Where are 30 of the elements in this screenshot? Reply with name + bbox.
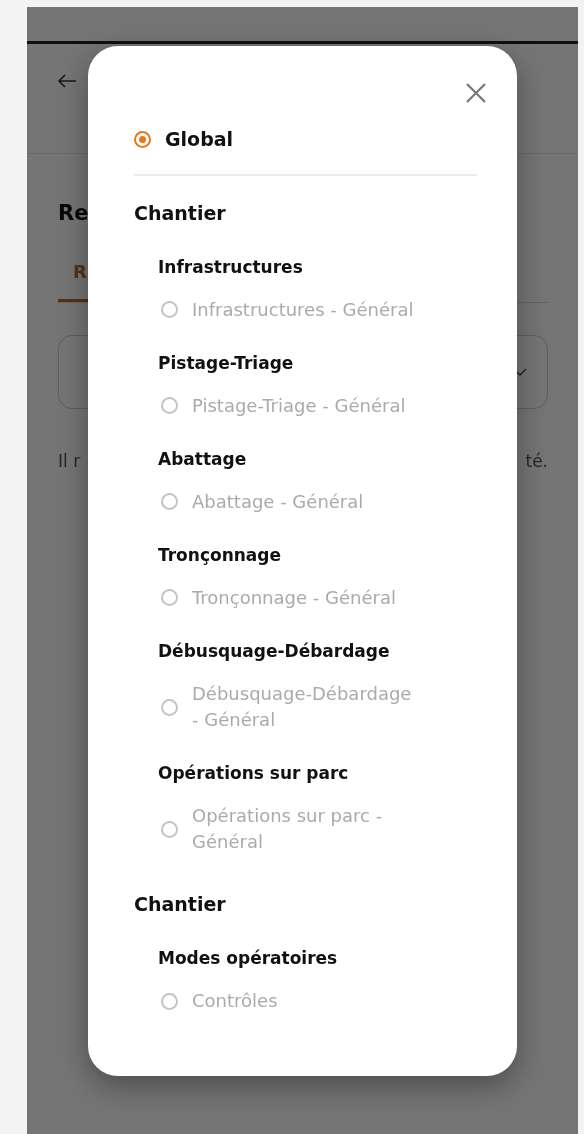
group-title: Abattage	[158, 447, 248, 471]
section-title: Chantier	[134, 200, 227, 226]
option-label[interactable]: Opérations sur parc - Général	[192, 803, 419, 856]
group-title: Pistage-Triage	[158, 351, 295, 375]
group-title: Infrastructures	[158, 255, 304, 279]
group-title: Opérations sur parc	[158, 762, 350, 786]
close-icon	[465, 82, 487, 104]
group-title: Modes opératoires	[158, 947, 339, 971]
radio-button[interactable]	[161, 820, 178, 838]
radio-button[interactable]	[161, 992, 178, 1010]
option-label[interactable]: Contrôles	[192, 988, 278, 1015]
group-title: Débusquage-Débardage	[158, 639, 391, 663]
back-arrow-icon[interactable]	[57, 73, 77, 88]
option-label[interactable]: Infrastructures - Général	[192, 296, 414, 323]
option-label[interactable]: Abattage - Général	[192, 488, 364, 515]
section-title: Chantier	[134, 892, 227, 918]
option-label[interactable]: Tronçonnage - Général	[192, 584, 396, 611]
option-label[interactable]: Débusquage-Débardage - Général	[192, 680, 419, 734]
radio-button[interactable]	[134, 131, 151, 149]
group-title: Tronçonnage	[158, 543, 283, 567]
page-title: Re	[58, 200, 89, 227]
radio-button[interactable]	[161, 301, 178, 319]
radio-button[interactable]	[161, 493, 178, 511]
radio-button[interactable]	[161, 589, 178, 607]
message-text: Il r	[58, 449, 81, 473]
message-text: té.	[525, 449, 548, 473]
option-label[interactable]: Global	[165, 126, 234, 154]
radio-button[interactable]	[161, 698, 178, 716]
option-label[interactable]: Pistage-Triage - Général	[192, 392, 406, 419]
radio-button[interactable]	[161, 397, 178, 415]
